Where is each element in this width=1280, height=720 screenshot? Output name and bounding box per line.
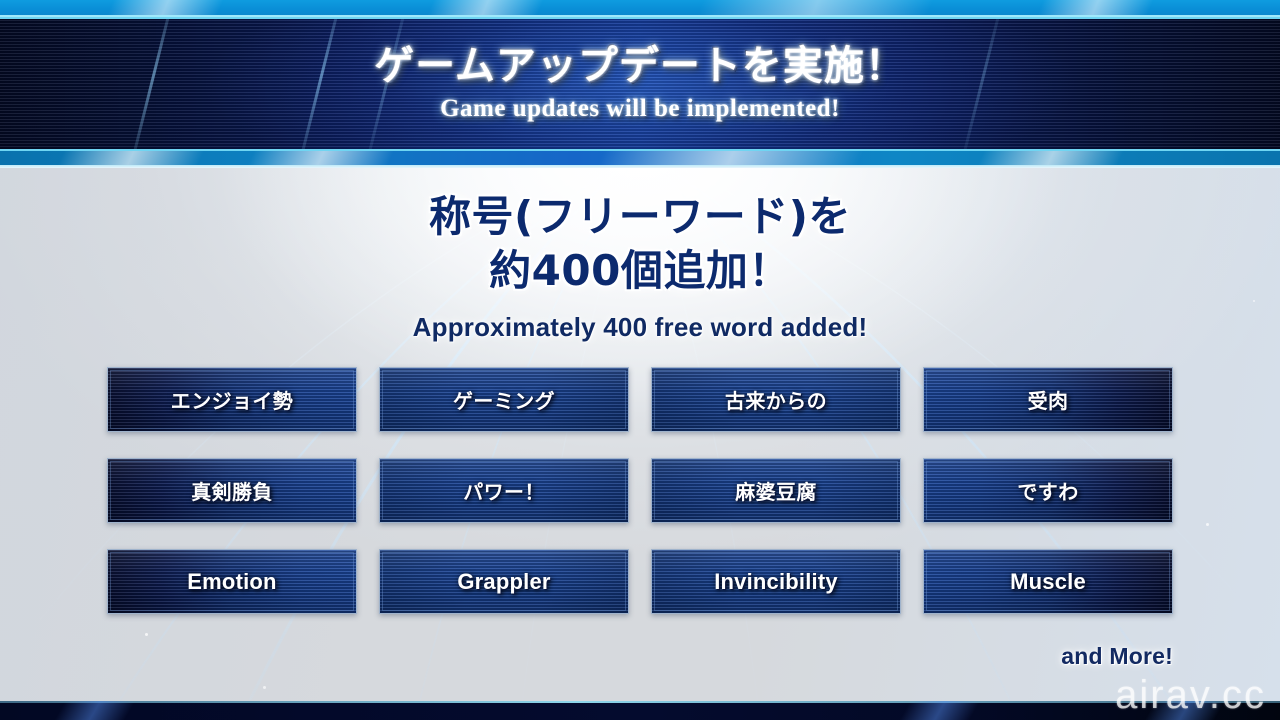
free-word-chip[interactable]: 古来からの — [651, 367, 901, 432]
free-word-chip[interactable]: ですわ — [923, 458, 1173, 523]
chip-label: 受肉 — [1027, 389, 1069, 413]
free-word-chip[interactable]: エンジョイ勢 — [107, 367, 357, 432]
and-more-label: and More! — [1061, 643, 1173, 669]
chip-label: Muscle — [1010, 568, 1086, 594]
title-banner: ゲームアップデートを実施！ Game updates will be imple… — [0, 17, 1280, 151]
banner-bottom-strip — [0, 151, 1280, 168]
strip-shine — [1036, 0, 1154, 17]
strip-shine — [54, 151, 206, 168]
top-accent-strip — [0, 0, 1280, 17]
chip-label: ですわ — [1017, 480, 1079, 504]
chip-label: Invincibility — [714, 568, 838, 594]
strip-shine — [974, 151, 1126, 168]
announcement-slide: ゲームアップデートを実施！ Game updates will be imple… — [0, 0, 1280, 720]
bottom-ray — [899, 701, 981, 720]
chip-label: パワー！ — [463, 480, 545, 504]
free-word-chip[interactable]: Emotion — [107, 549, 357, 614]
strip-shine — [244, 151, 396, 168]
free-word-chip[interactable]: 受肉 — [923, 367, 1173, 432]
strip-shine — [426, 0, 544, 17]
free-word-chip[interactable]: 真剣勝負 — [107, 458, 357, 523]
headline-block: 称号(フリーワード)を 約400個追加！ Approximately 400 f… — [0, 190, 1280, 343]
headline-en: Approximately 400 free word added! — [412, 311, 868, 342]
strip-shine — [106, 0, 224, 17]
free-word-chip[interactable]: Grappler — [379, 549, 629, 614]
dust-speck — [263, 686, 266, 689]
free-word-chip-grid: エンジョイ勢 ゲーミング 古来からの 受肉真剣勝負 パワー！ 麻婆豆腐 ですわ Emotion… — [107, 367, 1173, 614]
chip-label: 古来からの — [725, 389, 827, 413]
free-word-chip[interactable]: パワー！ — [379, 458, 629, 523]
chip-label: Grappler — [457, 568, 551, 594]
free-word-chip[interactable]: Invincibility — [651, 549, 901, 614]
chip-label: 真剣勝負 — [191, 480, 273, 504]
headline-jp-line2: 約400個追加！ — [489, 245, 791, 295]
chip-label: 麻婆豆腐 — [735, 480, 817, 504]
chip-label: ゲーミング — [453, 389, 555, 413]
banner-title-jp: ゲームアップデートを実施！ — [374, 43, 906, 89]
banner-title-en: Game updates will be implemented! — [440, 95, 840, 122]
bottom-hairline — [0, 701, 1280, 703]
headline-jp-line1: 称号(フリーワード)を — [429, 192, 851, 241]
bottom-accent-band — [0, 701, 1280, 720]
chip-label: エンジョイ勢 — [170, 389, 294, 413]
bottom-ray — [54, 701, 136, 720]
strip-shine — [594, 151, 866, 168]
free-word-chip[interactable]: ゲーミング — [379, 367, 629, 432]
strip-shine — [696, 0, 934, 17]
bottom-ray — [1144, 701, 1226, 720]
chip-label: Emotion — [187, 568, 277, 594]
dust-speck — [145, 633, 148, 636]
free-word-chip[interactable]: Muscle — [923, 549, 1173, 614]
free-word-chip[interactable]: 麻婆豆腐 — [651, 458, 901, 523]
dust-speck — [1206, 523, 1209, 526]
